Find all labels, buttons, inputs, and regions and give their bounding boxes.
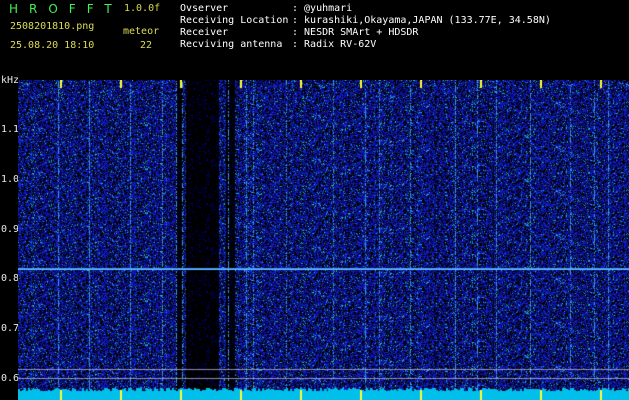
info-value: : NESDR SMArt + HDSDR [292,27,419,38]
info-label: Recviving antenna [180,39,283,50]
header-panel: HROFFT 1.0.0f 2508201810.png meteor 25.0… [0,0,629,76]
info-label: Ovserver [180,3,229,14]
hrofft-window: HROFFT 1.0.0f 2508201810.png meteor 25.0… [0,0,629,400]
info-row-antenna: Recviving antenna : Radix RV-62V [180,39,376,50]
y-unit-label: kHz [1,75,20,86]
waterfall-spectrogram [18,80,629,400]
info-row-receiver: Receiver : NESDR SMArt + HDSDR [180,27,418,38]
info-label: Receiving Location [180,15,289,26]
info-value: : @yuhmari [292,3,353,14]
y-label-1-0: 1.0 [1,174,20,185]
category-label: meteor [123,26,160,37]
file-name: 2508201810.png [10,21,95,32]
y-label-0-8: 0.8 [1,273,20,284]
info-row-location: Receiving Location: kurashiki,Okayama,JA… [180,15,551,26]
meteor-count: 22 [140,40,153,51]
info-row-observer: Ovserver : @yuhmari [180,3,352,14]
info-value: : Radix RV-62V [292,39,377,50]
capture-datetime: 25.08.20 18:10 [10,40,95,51]
app-logo: HROFFT [9,2,123,16]
y-label-1-1: 1.1 [1,124,20,135]
info-label: Receiver [180,27,229,38]
y-label-0-9: 0.9 [1,224,20,235]
version-label: 1.0.0f [124,3,161,14]
y-label-0-6: 0.6 [1,373,20,384]
info-value: : kurashiki,Okayama,JAPAN (133.77E, 34.5… [292,15,551,26]
y-label-0-7: 0.7 [1,323,20,334]
